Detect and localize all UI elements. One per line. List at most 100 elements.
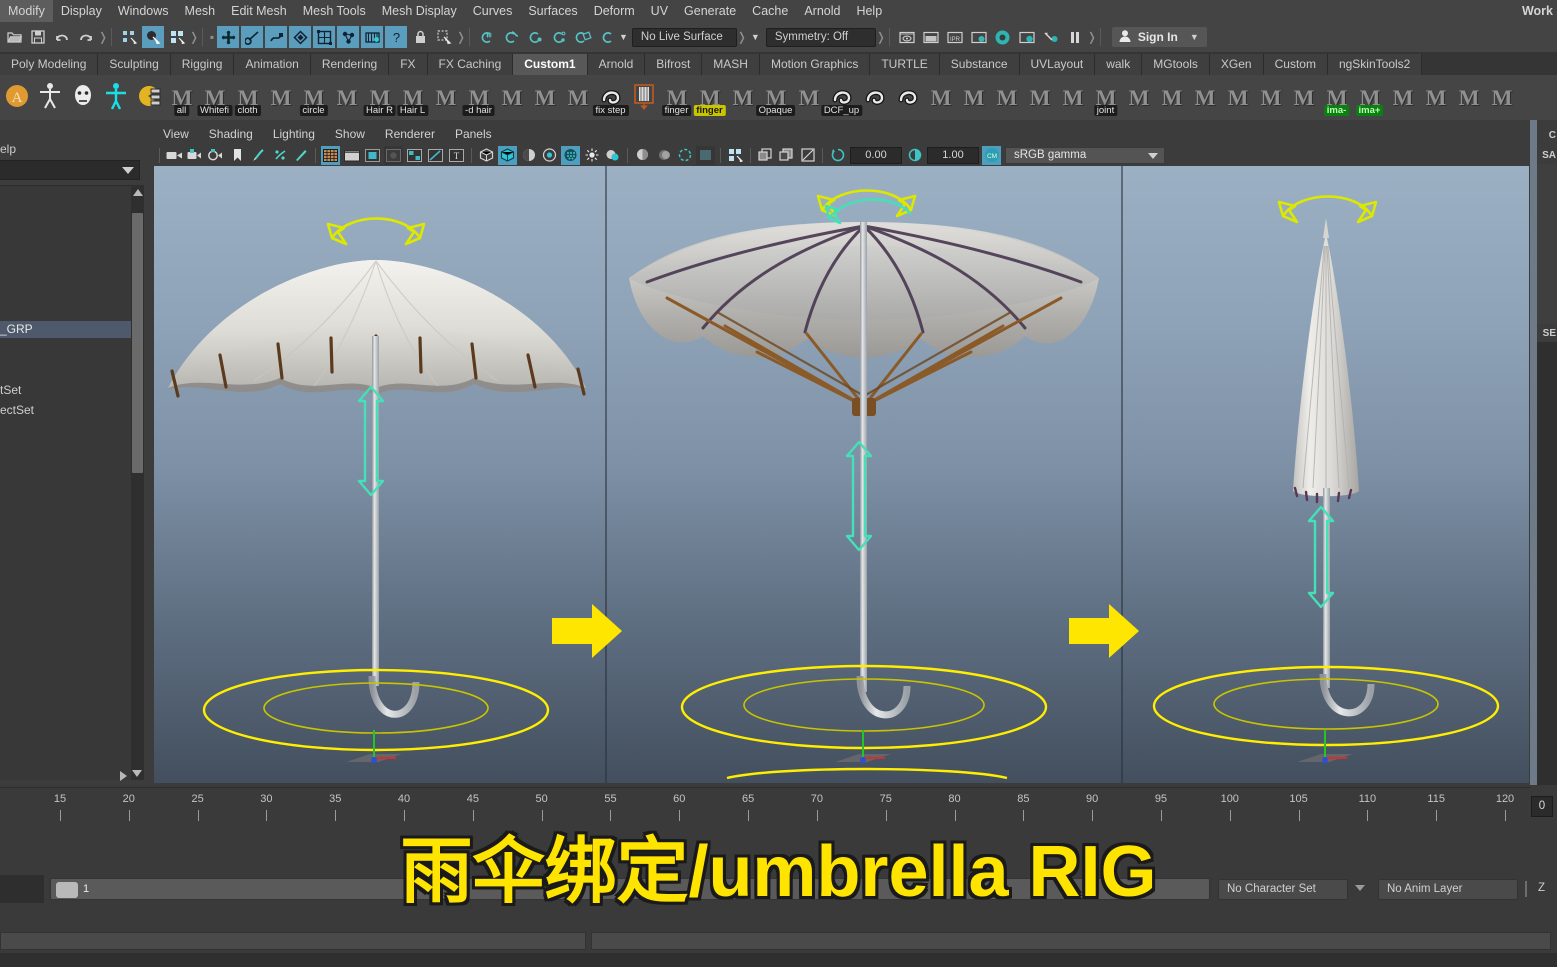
shelf-button-mel-script-icon[interactable]: M [1485, 79, 1518, 117]
shelf-button-all[interactable]: Mall [165, 79, 198, 117]
shelf-tab-fx-caching[interactable]: FX Caching [427, 54, 514, 75]
menu-item-surfaces[interactable]: Surfaces [520, 0, 585, 22]
viewport-menu-lighting[interactable]: Lighting [263, 124, 325, 144]
toolbar-collapse-handle-6[interactable]: ❭ [1087, 30, 1097, 44]
construction-plane-icon[interactable] [361, 26, 383, 48]
gamma-icon[interactable] [905, 146, 924, 165]
render-region-icon[interactable] [968, 26, 990, 48]
pause-icon[interactable] [1064, 26, 1086, 48]
viewport-menu-renderer[interactable]: Renderer [375, 124, 445, 144]
ao-icon[interactable] [633, 146, 652, 165]
camera-icon[interactable] [165, 146, 184, 165]
outliner-help-menu[interactable]: elp [0, 142, 16, 156]
toolbar-collapse-handle-5[interactable]: ❭ [876, 30, 886, 44]
shelf-button-finger[interactable]: Mfinger [660, 79, 693, 117]
select-hierarchy-icon[interactable] [118, 26, 140, 48]
shelf-tab-mash[interactable]: MASH [702, 54, 760, 75]
hypershade-icon[interactable] [1040, 26, 1062, 48]
field-chart-icon[interactable] [405, 146, 424, 165]
outliner-item-object-set[interactable]: ectSet [0, 402, 138, 419]
shelf-tab-custom1[interactable]: Custom1 [513, 54, 588, 75]
toolbar-collapse-handle-2[interactable]: ❭ [189, 30, 199, 44]
shelf-button-whitefi[interactable]: M Whitefi [196, 79, 233, 117]
soft-select-icon[interactable] [289, 26, 311, 48]
shelf-button-dcf-up[interactable]: DCF_up [820, 79, 863, 117]
panel-resize-grip[interactable] [1530, 120, 1537, 785]
shelf-button-mel-script-icon[interactable]: M [495, 79, 528, 117]
chevron-down-icon[interactable] [1355, 885, 1365, 891]
sign-in-caret-icon[interactable]: ▼ [1190, 32, 1199, 42]
shelf-tab-turtle[interactable]: TURTLE [870, 54, 940, 75]
textured-icon[interactable] [540, 146, 559, 165]
shelf-button-mel-script-icon[interactable]: M [1254, 79, 1287, 117]
toolbar-collapse-handle-1[interactable]: ❭ [98, 30, 108, 44]
shelf-button-pacman-script-icon[interactable] [132, 79, 165, 117]
shelf-button-mel-script-icon[interactable]: M [1287, 79, 1320, 117]
gate-mask-icon[interactable] [384, 145, 403, 165]
move-tool-icon[interactable] [217, 26, 239, 48]
shelf-tab-rigging[interactable]: Rigging [170, 54, 235, 75]
shelf-button-joint[interactable]: Mjoint [1089, 79, 1122, 117]
symmetry-field[interactable]: Symmetry: Off [765, 27, 876, 47]
menu-item-arnold[interactable]: Arnold [796, 0, 848, 22]
viewport-menu-show[interactable]: Show [325, 124, 375, 144]
menu-item-modify[interactable]: Modify [0, 0, 53, 22]
shelf-button-mel-script-icon[interactable]: M [924, 79, 957, 117]
viewport-menu-panels[interactable]: Panels [445, 124, 502, 144]
range-slider-field[interactable]: 1 [50, 878, 1210, 900]
shelf-button-biped-rig-icon[interactable] [33, 79, 66, 117]
undo-icon[interactable] [51, 26, 73, 48]
menu-item-deform[interactable]: Deform [586, 0, 643, 22]
bookmark-icon[interactable] [228, 146, 247, 165]
toolbar-dot-handle[interactable]: ▪ [208, 30, 216, 44]
shelf-tab-custom[interactable]: Custom [1263, 54, 1328, 75]
shelf-button-mel-script-icon[interactable]: M [330, 79, 363, 117]
scroll-up-arrow-icon[interactable] [133, 189, 143, 196]
select-by-name-icon[interactable] [433, 26, 455, 48]
snap-to-projected-icon[interactable] [548, 26, 570, 48]
menu-item-generate[interactable]: Generate [676, 0, 744, 22]
shelf-button-ima-[interactable]: Mima- [1320, 79, 1353, 117]
horizontal-scroll-right-arrow-icon[interactable] [120, 771, 127, 781]
shelf-tab-rendering[interactable]: Rendering [310, 54, 390, 75]
color-space-dropdown[interactable]: sRGB gamma [1005, 146, 1165, 164]
range-slider-handle[interactable] [56, 882, 78, 898]
symmetry-dropdown-caret[interactable]: ▼ [751, 32, 760, 42]
shelf-tab-poly-modeling[interactable]: Poly Modeling [0, 54, 99, 75]
shelf-button--d-hair[interactable]: M -d hair [462, 79, 495, 117]
xray-icon[interactable] [696, 145, 715, 165]
shelf-tab-motion-graphics[interactable]: Motion Graphics [759, 54, 871, 75]
scroll-down-arrow-icon[interactable] [132, 770, 142, 777]
exposure-value-field[interactable]: 0.00 [850, 146, 902, 164]
resolution-gate-icon[interactable] [363, 146, 382, 165]
menu-item-uv[interactable]: UV [643, 0, 676, 22]
shelf-tab-sculpting[interactable]: Sculpting [98, 54, 171, 75]
shelf-button-mel-script-icon[interactable]: M [1023, 79, 1056, 117]
shelf-button-mel-script-icon[interactable]: M [1122, 79, 1155, 117]
scrollbar-thumb[interactable] [132, 213, 143, 473]
shelf-tab-uvlayout[interactable]: UVLayout [1019, 54, 1096, 75]
outliner-list[interactable]: _GRP tSet ectSet [0, 185, 138, 780]
snap-to-grid-icon[interactable] [476, 26, 498, 48]
smooth-shade-icon[interactable] [498, 145, 517, 165]
outliner-item-set[interactable]: tSet [0, 382, 138, 399]
viewport-menu-view[interactable]: View [153, 124, 199, 144]
snap-curve-icon[interactable] [337, 26, 359, 48]
shelf-tab-fx[interactable]: FX [389, 54, 428, 75]
make-live-icon[interactable] [596, 26, 618, 48]
duplicate-view-icon[interactable] [777, 146, 796, 165]
view-snapshot-icon[interactable] [798, 146, 817, 165]
shelf-button-advanced-skeleton-icon[interactable]: A [0, 79, 33, 117]
shelf-button-cyan-biped-icon[interactable] [99, 79, 132, 117]
shelf-button-opaque[interactable]: M Opaque [755, 79, 796, 117]
shelf-tab-bifrost[interactable]: Bifrost [645, 54, 703, 75]
isolate-select-icon[interactable] [756, 146, 775, 165]
workspace-label[interactable]: Work [1522, 4, 1557, 18]
menu-item-display[interactable]: Display [53, 0, 110, 22]
timeline-ruler[interactable]: 15 20 25 30 35 40 45 50 55 60 65 70 75 80 85 90 95 100 105… [0, 787, 1530, 830]
menu-item-edit-mesh[interactable]: Edit Mesh [223, 0, 295, 22]
use-default-lighting-icon[interactable] [561, 145, 580, 165]
time-slider[interactable]: 15 20 25 30 35 40 45 50 55 60 65 70 75 80 85 90 95 100 105… [0, 785, 1557, 830]
shelf-tab-mgtools[interactable]: MGtools [1142, 54, 1210, 75]
wireframe-icon[interactable] [477, 146, 496, 165]
